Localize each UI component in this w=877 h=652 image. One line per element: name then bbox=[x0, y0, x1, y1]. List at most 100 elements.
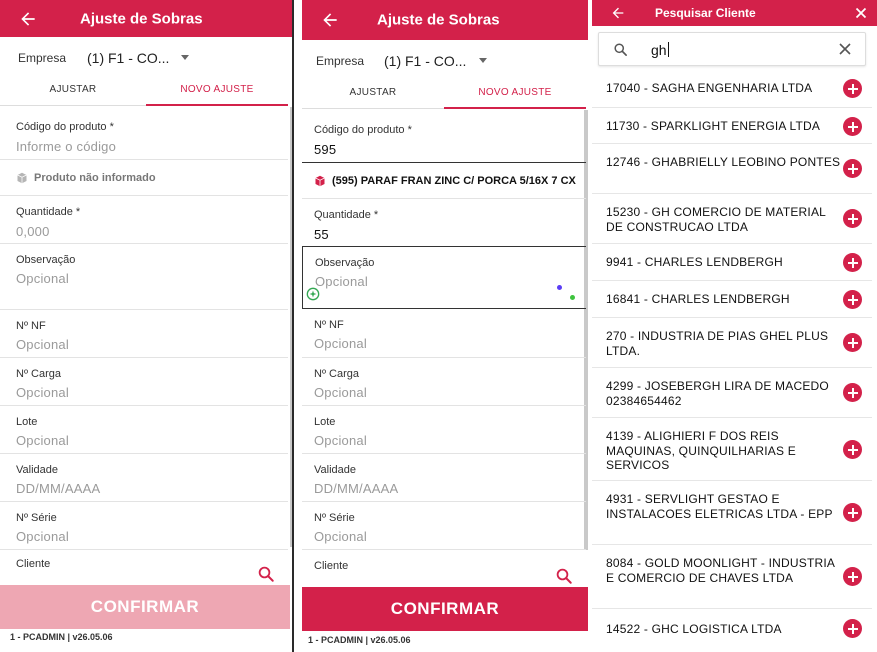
back-arrow-icon[interactable] bbox=[320, 10, 340, 30]
list-item[interactable]: 9941 - CHARLES LENDBERGH bbox=[592, 244, 872, 281]
lote-input[interactable]: Opcional bbox=[16, 433, 69, 448]
search-icon[interactable] bbox=[555, 567, 573, 585]
add-circle-icon[interactable] bbox=[843, 159, 862, 178]
add-circle-icon[interactable] bbox=[843, 333, 862, 352]
client-search-box[interactable]: gh bbox=[598, 32, 866, 66]
observation-input[interactable]: Opcional bbox=[16, 271, 69, 286]
add-circle-icon[interactable] bbox=[843, 383, 862, 402]
quantity-field[interactable]: Quantidade * 55 bbox=[302, 199, 586, 247]
confirm-button[interactable]: CONFIRMAR bbox=[302, 587, 588, 631]
list-item[interactable]: 270 - INDUSTRIA DE PIAS GHEL PLUS LTDA. bbox=[592, 318, 872, 368]
add-circle-icon[interactable] bbox=[843, 79, 862, 98]
tab-ajustar[interactable]: AJUSTAR bbox=[302, 79, 444, 109]
back-arrow-icon[interactable] bbox=[610, 5, 626, 21]
list-item[interactable]: 16841 - CHARLES LENDBERGH bbox=[592, 281, 872, 318]
validade-input[interactable]: DD/MM/AAAA bbox=[314, 481, 398, 496]
serie-input[interactable]: Opcional bbox=[314, 529, 367, 544]
nf-input[interactable]: Opcional bbox=[314, 336, 367, 351]
add-circle-icon[interactable] bbox=[843, 619, 862, 638]
product-code-input[interactable]: 595 bbox=[314, 142, 336, 157]
lote-field[interactable]: Lote Opcional bbox=[0, 406, 288, 454]
tab-bar: AJUSTAR NOVO AJUSTE bbox=[0, 76, 288, 106]
cliente-field[interactable]: Cliente bbox=[0, 550, 288, 585]
product-info-row: Produto não informado bbox=[0, 160, 288, 196]
quantity-input[interactable]: 0,000 bbox=[16, 224, 50, 239]
tab-bar: AJUSTAR NOVO AJUSTE bbox=[302, 79, 586, 109]
add-circle-icon[interactable] bbox=[843, 567, 862, 586]
client-name: 17040 - SAGHA ENGENHARIA LTDA bbox=[606, 81, 813, 95]
list-item[interactable]: 4299 - JOSEBERGH LIRA DE MACEDO 02384654… bbox=[592, 368, 872, 418]
tab-novo-ajuste[interactable]: NOVO AJUSTE bbox=[146, 76, 288, 106]
serie-input[interactable]: Opcional bbox=[16, 529, 69, 544]
observation-field[interactable]: Observação Opcional bbox=[302, 247, 586, 309]
quantity-field[interactable]: Quantidade * 0,000 bbox=[0, 196, 288, 244]
serie-field[interactable]: Nº Série Opcional bbox=[0, 502, 288, 550]
field-label: Nº Série bbox=[16, 512, 57, 524]
nf-field[interactable]: Nº NF Opcional bbox=[302, 309, 586, 358]
add-circle-icon[interactable] bbox=[843, 503, 862, 522]
cliente-field[interactable]: Cliente bbox=[302, 550, 586, 587]
back-arrow-icon[interactable] bbox=[18, 9, 38, 29]
chevron-down-icon bbox=[181, 55, 189, 60]
nf-field[interactable]: Nº NF Opcional bbox=[0, 310, 288, 358]
serie-field[interactable]: Nº Série Opcional bbox=[302, 502, 586, 550]
search-icon[interactable] bbox=[257, 565, 275, 583]
list-item[interactable]: 11730 - SPARKLIGHT ENERGIA LTDA bbox=[592, 108, 872, 144]
scrollbar[interactable] bbox=[290, 107, 292, 547]
validade-field[interactable]: Validade DD/MM/AAAA bbox=[0, 454, 288, 502]
product-code-field[interactable]: Código do produto * 595 bbox=[302, 110, 586, 163]
client-name: 11730 - SPARKLIGHT ENERGIA LTDA bbox=[606, 119, 821, 133]
carga-field[interactable]: Nº Carga Opcional bbox=[302, 358, 586, 406]
list-item[interactable]: 8084 - GOLD MOONLIGHT - INDUSTRIA E COME… bbox=[592, 545, 872, 609]
app-bar: Ajuste de Sobras bbox=[0, 0, 292, 37]
carga-field[interactable]: Nº Carga Opcional bbox=[0, 358, 288, 406]
app-bar: Pesquisar Cliente bbox=[592, 0, 877, 26]
tab-novo-ajuste[interactable]: NOVO AJUSTE bbox=[444, 79, 586, 109]
field-label: Lote bbox=[16, 416, 38, 428]
close-icon[interactable] bbox=[855, 7, 867, 19]
confirm-button[interactable]: CONFIRMAR bbox=[0, 585, 290, 629]
field-label: Observação bbox=[315, 257, 375, 269]
field-label: Nº Carga bbox=[314, 368, 359, 380]
list-item[interactable]: 17040 - SAGHA ENGENHARIA LTDA bbox=[592, 70, 872, 108]
validade-field[interactable]: Validade DD/MM/AAAA bbox=[302, 454, 586, 502]
quantity-input[interactable]: 55 bbox=[314, 227, 329, 242]
product-code-field[interactable]: Código do produto * Informe o código bbox=[0, 107, 288, 160]
observation-input[interactable]: Opcional bbox=[315, 274, 368, 289]
footer-version: 1 - PCADMIN | v26.05.06 bbox=[308, 635, 411, 645]
search-input[interactable]: gh bbox=[651, 42, 669, 58]
company-select[interactable]: Empresa (1) F1 - CO... bbox=[302, 48, 588, 74]
list-item[interactable]: 14522 - GHC LOGISTICA LTDA bbox=[592, 609, 872, 649]
carga-input[interactable]: Opcional bbox=[314, 385, 367, 400]
list-item[interactable]: 4139 - ALIGHIERI F DOS REIS MAQUINAS, QU… bbox=[592, 418, 872, 481]
adjust-form: Código do produto * 595 (595) PARAF FRAN… bbox=[302, 110, 588, 652]
screenshot-stage: Ajuste de Sobras Empresa (1) F1 - CO... … bbox=[0, 0, 877, 652]
field-label: Validade bbox=[16, 464, 58, 476]
add-circle-icon[interactable] bbox=[843, 290, 862, 309]
status-dot bbox=[570, 295, 575, 300]
nf-input[interactable]: Opcional bbox=[16, 337, 69, 352]
observation-field[interactable]: Observação Opcional bbox=[0, 244, 288, 310]
lote-field[interactable]: Lote Opcional bbox=[302, 406, 586, 454]
add-circle-icon[interactable] bbox=[843, 253, 862, 272]
company-select[interactable]: Empresa (1) F1 - CO... bbox=[0, 45, 292, 71]
page-title: Pesquisar Cliente bbox=[655, 6, 756, 20]
add-circle-icon[interactable] bbox=[843, 209, 862, 228]
tab-ajustar[interactable]: AJUSTAR bbox=[0, 76, 146, 106]
company-label: Empresa bbox=[18, 51, 67, 65]
chevron-down-icon bbox=[479, 58, 487, 63]
product-code-input[interactable]: Informe o código bbox=[16, 139, 116, 154]
clear-icon[interactable] bbox=[839, 43, 851, 55]
lote-input[interactable]: Opcional bbox=[314, 433, 367, 448]
sparkle-icon[interactable] bbox=[306, 287, 320, 301]
list-item[interactable]: 12746 - GHABRIELLY LEOBINO PONTES bbox=[592, 144, 872, 194]
list-item[interactable]: 4931 - SERVLIGHT GESTAO E INSTALACOES EL… bbox=[592, 481, 872, 545]
screen-search-client: Pesquisar Cliente gh 17040 - SAGHA ENGEN… bbox=[592, 0, 877, 652]
carga-input[interactable]: Opcional bbox=[16, 385, 69, 400]
add-circle-icon[interactable] bbox=[843, 440, 862, 459]
list-item[interactable]: 15230 - GH COMERCIO DE MATERIAL DE CONST… bbox=[592, 194, 872, 244]
validade-input[interactable]: DD/MM/AAAA bbox=[16, 481, 100, 496]
add-circle-icon[interactable] bbox=[843, 117, 862, 136]
page-title: Ajuste de Sobras bbox=[80, 10, 203, 27]
product-info-row: (595) PARAF FRAN ZINC C/ PORCA 5/16X 7 C… bbox=[302, 163, 586, 199]
